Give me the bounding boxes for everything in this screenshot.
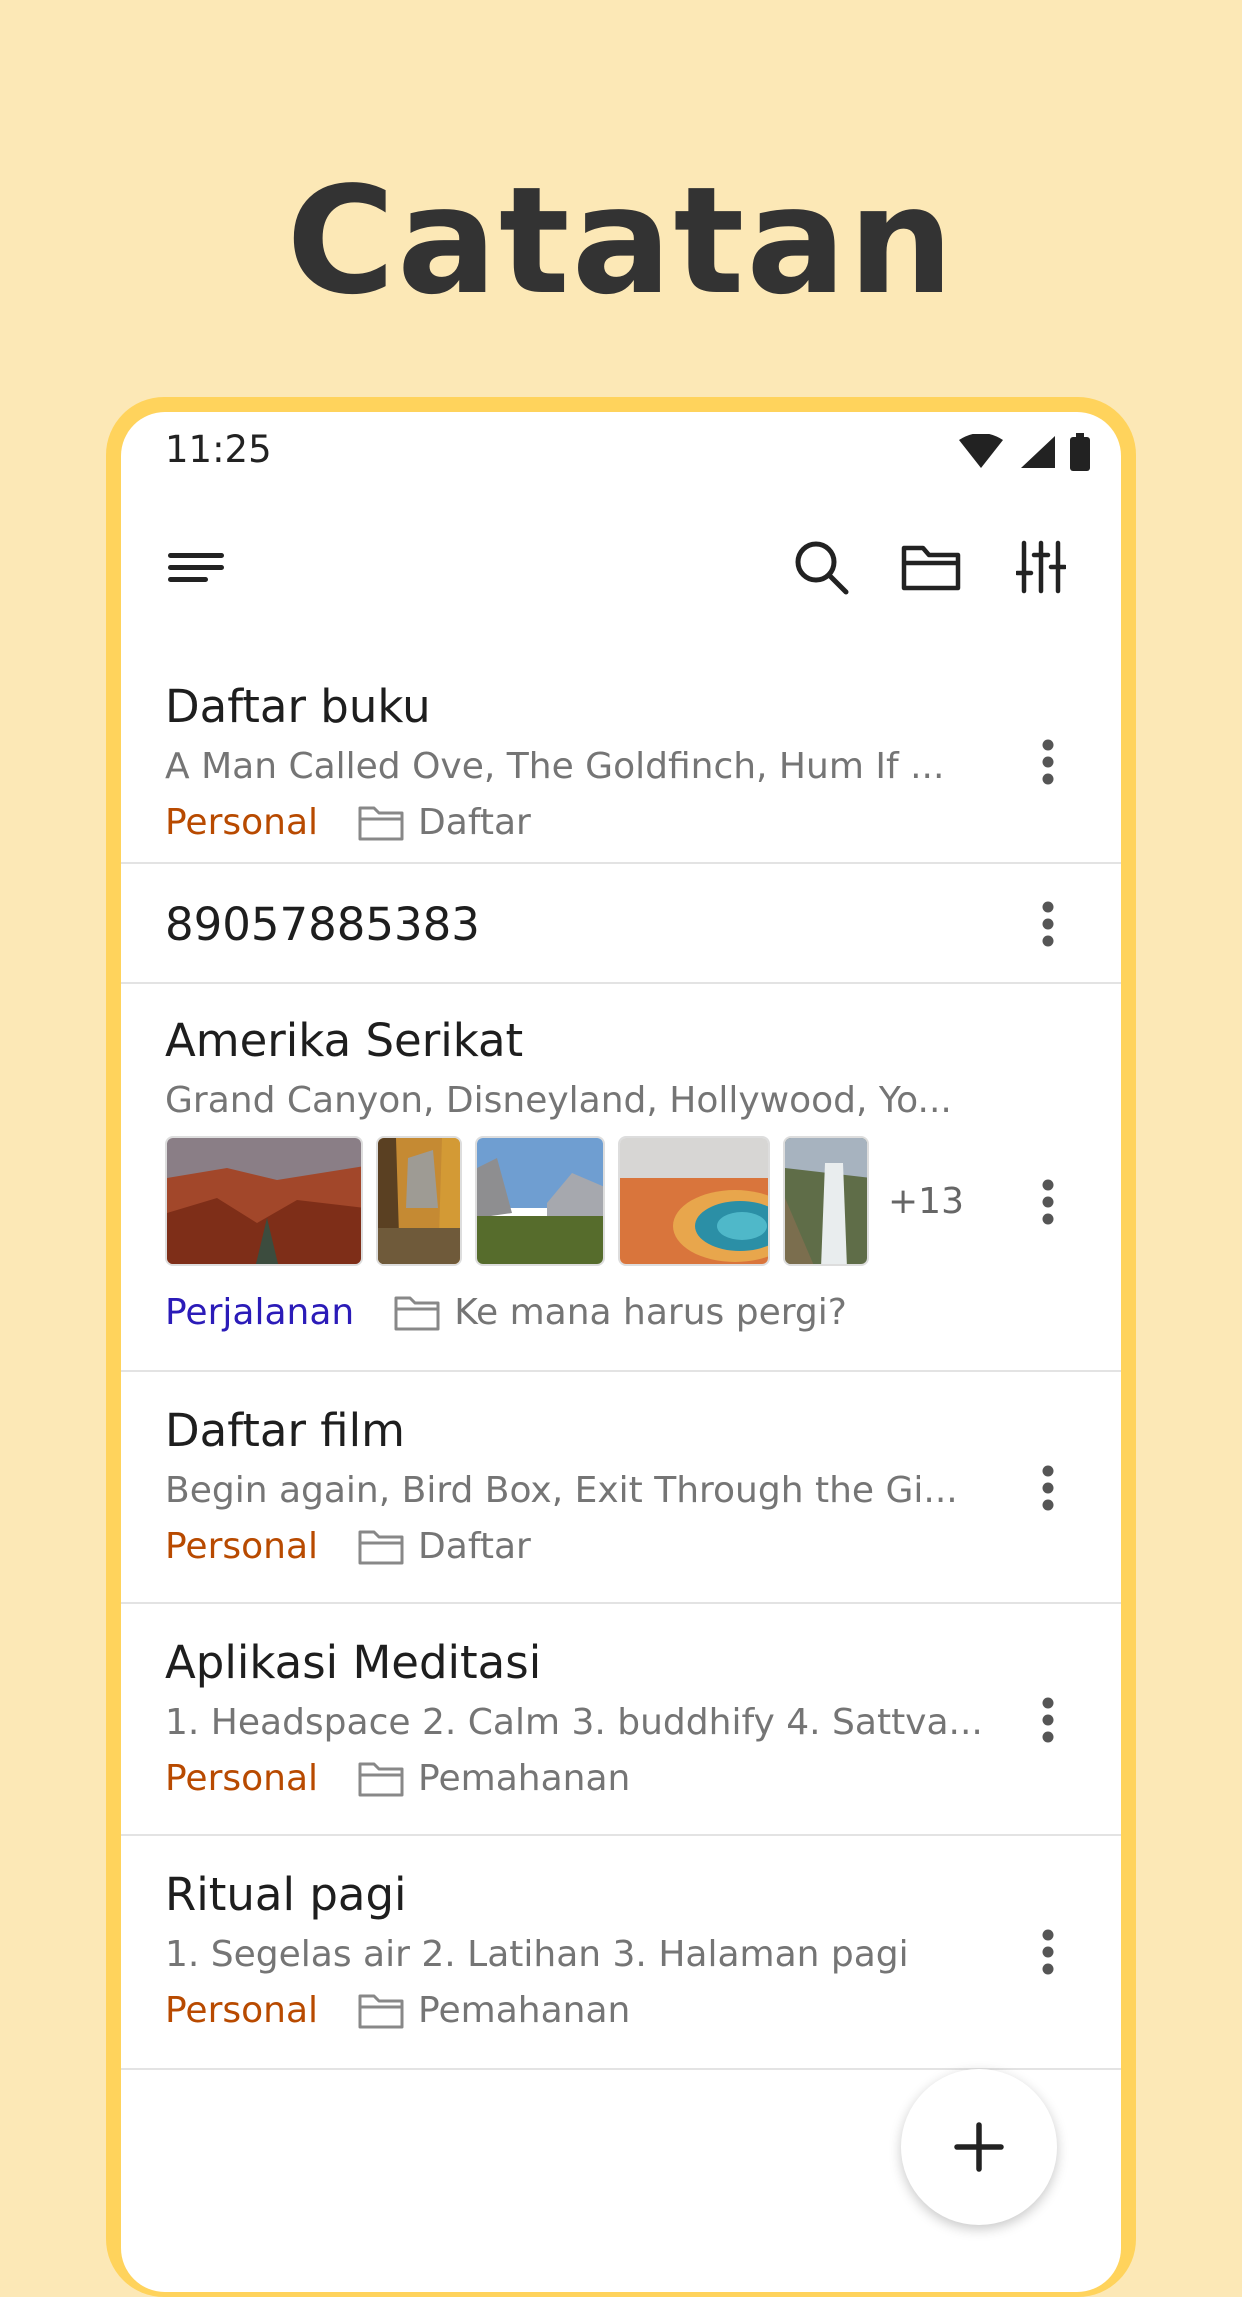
- more-images-count[interactable]: +13: [888, 1181, 964, 1222]
- folders-button[interactable]: [891, 527, 971, 607]
- image-thumbnail[interactable]: [165, 1136, 363, 1266]
- note-title: Daftar buku: [165, 680, 431, 733]
- more-vert-icon: [1042, 1465, 1054, 1511]
- note-meta: Perjalanan Ke mana harus pergi?: [165, 1292, 847, 1333]
- status-bar: 11:25: [121, 412, 1121, 492]
- plus-icon: [954, 2122, 1004, 2172]
- image-thumbnails: +13: [165, 1136, 964, 1266]
- cellular-signal-icon: [1021, 436, 1055, 468]
- note-title: Daftar film: [165, 1404, 405, 1457]
- label-tag[interactable]: Personal: [165, 1526, 318, 1567]
- menu-button[interactable]: [156, 527, 236, 607]
- more-options-button[interactable]: [1018, 1680, 1078, 1760]
- promo-headline: Catatan: [286, 155, 956, 327]
- note-preview: 1. Headspace 2. Calm 3. buddhify 4. Satt…: [165, 1702, 983, 1743]
- note-item[interactable]: 89057885383: [121, 864, 1121, 984]
- more-options-button[interactable]: [1018, 884, 1078, 964]
- more-vert-icon: [1042, 1179, 1054, 1225]
- more-options-button[interactable]: [1018, 1448, 1078, 1528]
- label-tag[interactable]: Personal: [165, 1990, 318, 2031]
- image-thumbnail[interactable]: [618, 1136, 770, 1266]
- wifi-icon: [959, 434, 1003, 468]
- search-button[interactable]: [781, 527, 861, 607]
- note-item[interactable]: Daftar buku A Man Called Ove, The Goldfi…: [121, 652, 1121, 864]
- note-meta: Personal Pemahanan: [165, 1990, 630, 2031]
- label-tag[interactable]: Personal: [165, 1758, 318, 1799]
- note-preview: 1. Segelas air 2. Latihan 3. Halaman pag…: [165, 1934, 909, 1975]
- label-tag[interactable]: Perjalanan: [165, 1292, 354, 1333]
- more-vert-icon: [1042, 901, 1054, 947]
- search-icon: [795, 541, 849, 595]
- folder-outline-icon: [358, 1993, 404, 2029]
- image-thumbnail[interactable]: [783, 1136, 869, 1266]
- folder-outline-icon: [394, 1295, 440, 1331]
- toolbar: [121, 512, 1121, 622]
- folder-outline-icon: [358, 805, 404, 841]
- note-title: Amerika Serikat: [165, 1014, 524, 1067]
- note-title: 89057885383: [165, 898, 480, 951]
- note-item[interactable]: Ritual pagi 1. Segelas air 2. Latihan 3.…: [121, 1836, 1121, 2070]
- folder-icon: [901, 545, 961, 591]
- note-meta: Personal Pemahanan: [165, 1758, 630, 1799]
- folder-name[interactable]: Pemahanan: [418, 1990, 630, 2031]
- filter-button[interactable]: [1001, 527, 1081, 607]
- status-time: 11:25: [165, 428, 272, 471]
- note-preview: Begin again, Bird Box, Exit Through the …: [165, 1470, 958, 1511]
- menu-icon: [168, 553, 224, 582]
- label-tag[interactable]: Personal: [165, 802, 318, 843]
- note-preview: A Man Called Ove, The Goldfinch, Hum If …: [165, 746, 945, 787]
- note-item[interactable]: Aplikasi Meditasi 1. Headspace 2. Calm 3…: [121, 1604, 1121, 1836]
- sliders-icon: [1016, 540, 1066, 594]
- note-title: Ritual pagi: [165, 1868, 407, 1921]
- folder-outline-icon: [358, 1529, 404, 1565]
- more-vert-icon: [1042, 1697, 1054, 1743]
- image-thumbnail[interactable]: [475, 1136, 605, 1266]
- note-item[interactable]: Amerika Serikat Grand Canyon, Disneyland…: [121, 984, 1121, 1372]
- more-options-button[interactable]: [1018, 722, 1078, 802]
- note-meta: Personal Daftar: [165, 802, 531, 843]
- status-icons: [957, 432, 1091, 472]
- folder-name[interactable]: Ke mana harus pergi?: [454, 1292, 847, 1333]
- note-title: Aplikasi Meditasi: [165, 1636, 542, 1689]
- note-item[interactable]: Daftar film Begin again, Bird Box, Exit …: [121, 1372, 1121, 1604]
- add-note-button[interactable]: [901, 2069, 1057, 2225]
- more-options-button[interactable]: [1018, 1162, 1078, 1242]
- more-vert-icon: [1042, 739, 1054, 785]
- note-meta: Personal Daftar: [165, 1526, 531, 1567]
- folder-outline-icon: [358, 1761, 404, 1797]
- more-options-button[interactable]: [1018, 1912, 1078, 1992]
- folder-name[interactable]: Daftar: [418, 1526, 531, 1567]
- folder-name[interactable]: Pemahanan: [418, 1758, 630, 1799]
- phone-screen: 11:25 Daftar buku A Man Called Ove, The …: [121, 412, 1121, 2292]
- image-thumbnail[interactable]: [376, 1136, 462, 1266]
- more-vert-icon: [1042, 1929, 1054, 1975]
- note-preview: Grand Canyon, Disneyland, Hollywood, Yo.…: [165, 1080, 952, 1121]
- battery-icon: [1070, 433, 1090, 471]
- folder-name[interactable]: Daftar: [418, 802, 531, 843]
